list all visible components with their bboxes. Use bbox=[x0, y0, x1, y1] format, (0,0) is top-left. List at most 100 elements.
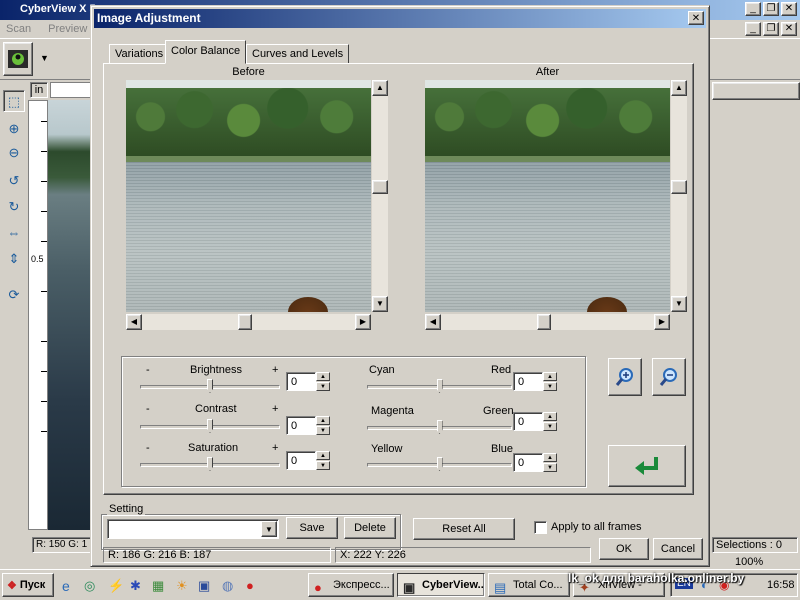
spin-up-icon[interactable]: ▲ bbox=[543, 412, 557, 421]
tab-variations[interactable]: Variations bbox=[109, 44, 170, 64]
scroll-up-icon[interactable]: ▲ bbox=[671, 80, 687, 96]
contrast-value[interactable]: 0 bbox=[286, 416, 316, 435]
brightness-slider-thumb[interactable] bbox=[207, 379, 213, 393]
menu-preview[interactable]: Preview bbox=[48, 23, 87, 35]
scroll-thumb[interactable] bbox=[372, 180, 388, 194]
scroll-left-icon[interactable]: ◀ bbox=[126, 314, 142, 330]
vertical-ruler: 0.5 bbox=[28, 100, 48, 530]
delete-button[interactable]: Delete bbox=[344, 517, 396, 539]
spin-down-icon[interactable]: ▼ bbox=[543, 463, 557, 472]
task-express[interactable]: ● Экспресс... bbox=[308, 573, 394, 597]
spin-down-icon[interactable]: ▼ bbox=[316, 461, 330, 470]
chart-icon[interactable]: ▦ bbox=[152, 578, 164, 594]
scroll-thumb[interactable] bbox=[537, 314, 551, 330]
before-vertical-scrollbar[interactable]: ▲ ▼ bbox=[372, 80, 388, 312]
brightness-value[interactable]: 0 bbox=[286, 372, 316, 391]
blue-label: Blue bbox=[491, 443, 514, 455]
scroll-up-icon[interactable]: ▲ bbox=[372, 80, 388, 96]
ok-button[interactable]: OK bbox=[599, 538, 649, 560]
spin-down-icon[interactable]: ▼ bbox=[543, 382, 557, 391]
after-vertical-scrollbar[interactable]: ▲ ▼ bbox=[671, 80, 687, 312]
network-icon[interactable]: ✱ bbox=[130, 578, 141, 594]
zoom-in-icon bbox=[615, 368, 633, 386]
sun-icon[interactable]: ☀ bbox=[176, 578, 188, 594]
spin-up-icon[interactable]: ▲ bbox=[316, 451, 330, 460]
saturation-slider-thumb[interactable] bbox=[207, 457, 213, 471]
rotate-right-icon[interactable]: ↻ bbox=[3, 196, 25, 218]
doc-restore-button[interactable]: ❐ bbox=[763, 22, 779, 36]
before-horizontal-scrollbar[interactable]: ◀ ▶ bbox=[126, 314, 371, 330]
scroll-down-icon[interactable]: ▼ bbox=[372, 296, 388, 312]
spin-up-icon[interactable]: ▲ bbox=[543, 372, 557, 381]
scroll-thumb[interactable] bbox=[671, 180, 687, 194]
ie-icon[interactable]: e bbox=[62, 578, 70, 594]
task-cyberview[interactable]: ▣ CyberView... bbox=[397, 573, 485, 597]
after-horizontal-scrollbar[interactable]: ◀ ▶ bbox=[425, 314, 670, 330]
globe-icon[interactable]: ◍ bbox=[222, 578, 233, 594]
magenta-green-value[interactable]: 0 bbox=[513, 412, 543, 431]
doc-minimize-button[interactable]: _ bbox=[745, 22, 761, 36]
doc-close-button[interactable]: ✕ bbox=[781, 22, 797, 36]
cyan-red-slider-thumb[interactable] bbox=[436, 379, 443, 393]
spin-down-icon[interactable]: ▼ bbox=[316, 382, 330, 391]
zoom-out-icon[interactable]: ⊖ bbox=[3, 142, 25, 164]
zoom-out-button[interactable] bbox=[652, 358, 686, 396]
cancel-button[interactable]: Cancel bbox=[653, 538, 703, 560]
app-quicklaunch-icon[interactable]: ◎ bbox=[84, 578, 95, 594]
cyan-red-value[interactable]: 0 bbox=[513, 372, 543, 391]
scroll-left-icon[interactable]: ◀ bbox=[425, 314, 441, 330]
setting-combobox[interactable]: ▼ bbox=[107, 519, 279, 539]
scroll-thumb[interactable] bbox=[238, 314, 252, 330]
scroll-down-icon[interactable]: ▼ bbox=[671, 296, 687, 312]
status-coordinates: X: 222 Y: 226 bbox=[335, 547, 591, 563]
cyan-red-spinner[interactable]: 0 ▲ ▼ bbox=[513, 372, 557, 391]
chevron-down-icon[interactable]: ▼ bbox=[261, 521, 277, 537]
saturation-value[interactable]: 0 bbox=[286, 451, 316, 470]
tab-curves-levels[interactable]: Curves and Levels bbox=[246, 44, 350, 64]
apply-preview-button[interactable] bbox=[608, 445, 686, 487]
yellow-blue-slider-thumb[interactable] bbox=[436, 457, 443, 471]
scroll-right-icon[interactable]: ▶ bbox=[654, 314, 670, 330]
contrast-spinner[interactable]: 0 ▲ ▼ bbox=[286, 416, 330, 435]
zoom-out-icon bbox=[659, 368, 677, 386]
brightness-spinner[interactable]: 0 ▲ ▼ bbox=[286, 372, 330, 391]
reset-all-button[interactable]: Reset All bbox=[413, 518, 515, 540]
apply-all-checkbox[interactable] bbox=[534, 521, 547, 534]
contrast-slider-thumb[interactable] bbox=[207, 419, 213, 433]
dropdown-arrow-icon[interactable]: ▼ bbox=[40, 53, 49, 63]
spin-down-icon[interactable]: ▼ bbox=[543, 422, 557, 431]
refresh-icon[interactable]: ⟳ bbox=[3, 284, 25, 306]
zoom-in-icon[interactable]: ⊕ bbox=[3, 118, 25, 140]
brightness-label: Brightness bbox=[190, 364, 242, 376]
magenta-green-spinner[interactable]: 0 ▲ ▼ bbox=[513, 412, 557, 431]
save-button[interactable]: Save bbox=[286, 517, 338, 539]
zoom-in-button[interactable] bbox=[608, 358, 642, 396]
close-icon[interactable]: ✕ bbox=[688, 11, 704, 25]
app-restore-button[interactable]: ❐ bbox=[763, 2, 779, 16]
rotate-left-icon[interactable]: ↺ bbox=[3, 170, 25, 192]
marquee-select-icon[interactable]: ⬚ bbox=[3, 90, 25, 112]
opera-icon[interactable]: ● bbox=[246, 578, 254, 593]
spin-down-icon[interactable]: ▼ bbox=[316, 426, 330, 435]
yellow-blue-spinner[interactable]: 0 ▲ ▼ bbox=[513, 453, 557, 472]
flip-vertical-icon[interactable]: ⇕ bbox=[3, 248, 25, 270]
lightning-icon[interactable]: ⚡ bbox=[108, 578, 124, 594]
floppy-icon[interactable]: ▣ bbox=[198, 578, 210, 594]
red-label: Red bbox=[491, 364, 512, 376]
spin-up-icon[interactable]: ▲ bbox=[543, 453, 557, 462]
app-close-button[interactable]: ✕ bbox=[781, 2, 797, 16]
spin-up-icon[interactable]: ▲ bbox=[316, 416, 330, 425]
status-rgb: R: 186 G: 216 B: 187 bbox=[103, 547, 331, 563]
flip-horizontal-icon[interactable]: ⇔ bbox=[3, 222, 25, 244]
start-button[interactable]: ❖ Пуск bbox=[2, 573, 54, 597]
film-scan-icon[interactable] bbox=[3, 42, 33, 76]
yellow-blue-value[interactable]: 0 bbox=[513, 453, 543, 472]
spin-up-icon[interactable]: ▲ bbox=[316, 372, 330, 381]
task-total-commander[interactable]: ▤ Total Co... bbox=[488, 573, 570, 597]
tab-color-balance[interactable]: Color Balance bbox=[165, 40, 247, 64]
saturation-spinner[interactable]: 0 ▲ ▼ bbox=[286, 451, 330, 470]
scroll-right-icon[interactable]: ▶ bbox=[355, 314, 371, 330]
magenta-green-slider-thumb[interactable] bbox=[436, 420, 443, 434]
menu-scan[interactable]: Scan bbox=[6, 23, 31, 35]
app-minimize-button[interactable]: _ bbox=[745, 2, 761, 16]
